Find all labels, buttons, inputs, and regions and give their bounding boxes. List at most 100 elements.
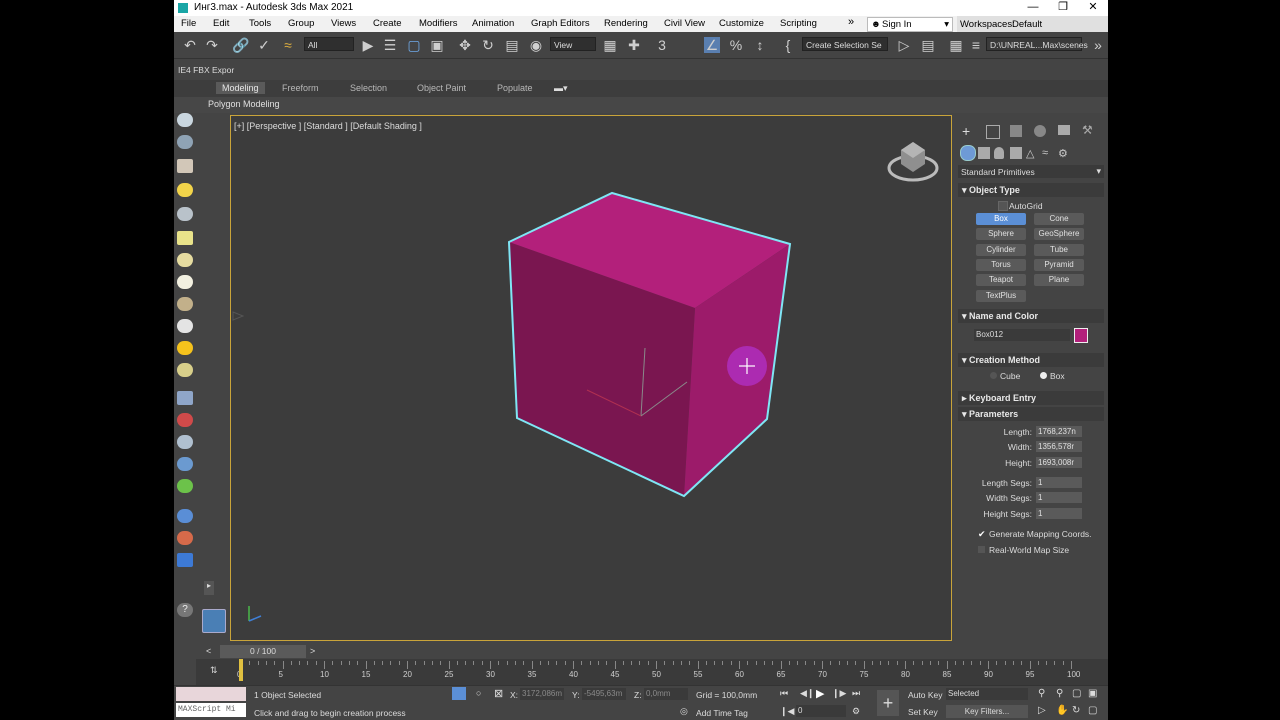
- width-field[interactable]: 1356,578r: [1036, 441, 1082, 452]
- reference-coord-dropdown[interactable]: View: [550, 37, 596, 51]
- box-button[interactable]: Box: [976, 213, 1026, 225]
- auto-key-button[interactable]: Auto Key: [908, 690, 943, 700]
- height-segs-field[interactable]: 1: [1036, 508, 1082, 519]
- plane-button[interactable]: Plane: [1034, 274, 1084, 286]
- zoom-icon[interactable]: ⚲: [1038, 688, 1045, 699]
- paint-tool-icon[interactable]: [177, 413, 193, 427]
- object-name-field[interactable]: Box012: [974, 329, 1070, 341]
- modify-tab-icon[interactable]: [986, 125, 1000, 139]
- maxscript-listener-field[interactable]: [176, 687, 246, 701]
- z-coord-field[interactable]: 0,0mm: [644, 688, 688, 700]
- menu-overflow-icon[interactable]: »: [848, 16, 854, 28]
- menu-customize[interactable]: Customize: [719, 18, 764, 29]
- geosphere-button[interactable]: GeoSphere: [1034, 228, 1084, 240]
- cloud-icon[interactable]: [177, 135, 193, 149]
- particles-icon[interactable]: [177, 531, 193, 545]
- plane-shape-icon[interactable]: [177, 231, 193, 245]
- zoom-extents-all-icon[interactable]: ▣: [1088, 688, 1097, 699]
- play-icon[interactable]: ▶: [816, 687, 824, 700]
- menu-views[interactable]: Views: [331, 18, 356, 29]
- time-slider[interactable]: < 0 / 100 >: [196, 645, 1108, 659]
- systems-icon[interactable]: ⚙: [1058, 147, 1068, 160]
- utilities-tab-icon[interactable]: ⚒: [1082, 123, 1093, 137]
- menu-civil-view[interactable]: Civil View: [664, 18, 705, 29]
- light-icon[interactable]: [177, 183, 193, 197]
- lock-icon[interactable]: ○: [476, 688, 481, 698]
- character-icon[interactable]: [177, 435, 193, 449]
- object-color-swatch[interactable]: [1074, 328, 1088, 343]
- angle-snap-icon[interactable]: ∠: [704, 37, 720, 53]
- creation-method-rollout[interactable]: ▾ Creation Method: [958, 353, 1104, 367]
- isolate-selection-icon[interactable]: [452, 687, 466, 700]
- close-button[interactable]: ✕: [1078, 0, 1108, 16]
- edit-named-selection-icon[interactable]: {: [780, 37, 796, 53]
- zoom-all-icon[interactable]: ⚲: [1056, 688, 1063, 699]
- hierarchy-tab-icon[interactable]: [1010, 125, 1022, 137]
- go-to-start-icon[interactable]: ⏮: [780, 688, 788, 699]
- render-setup-icon[interactable]: [177, 553, 193, 567]
- sphere-button[interactable]: Sphere: [976, 228, 1026, 240]
- cylinder-button[interactable]: Cylinder: [976, 244, 1026, 256]
- go-to-end-icon[interactable]: ⏭: [852, 688, 860, 699]
- pyramid-button[interactable]: Pyramid: [1034, 259, 1084, 271]
- motion-tab-icon[interactable]: [1034, 125, 1046, 137]
- snap-icon[interactable]: 3: [654, 37, 670, 53]
- menu-modifiers[interactable]: Modifiers: [419, 18, 458, 29]
- ribbon-options-icon[interactable]: ▬▾: [554, 83, 568, 94]
- tab-populate[interactable]: Populate: [497, 83, 533, 93]
- tab-object-paint[interactable]: Object Paint: [417, 83, 466, 93]
- menu-animation[interactable]: Animation: [472, 18, 514, 29]
- height-field[interactable]: 1693,008r: [1036, 457, 1082, 468]
- geometry-icon[interactable]: [960, 145, 976, 161]
- length-segs-field[interactable]: 1: [1036, 477, 1082, 488]
- polygon-modeling-label[interactable]: Polygon Modeling: [208, 99, 280, 109]
- length-field[interactable]: 1768,237n: [1036, 426, 1082, 437]
- width-segs-field[interactable]: 1: [1036, 492, 1082, 503]
- create-tab-icon[interactable]: +: [962, 123, 970, 139]
- menu-group[interactable]: Group: [288, 18, 314, 29]
- teapot-shape-icon[interactable]: [177, 297, 193, 311]
- project-path-field[interactable]: D:\UNREAL...Max\scenes: [986, 37, 1088, 51]
- parameters-rollout[interactable]: ▾ Parameters: [958, 407, 1104, 421]
- current-frame-field[interactable]: 0: [796, 705, 846, 717]
- mirror-icon[interactable]: ▷: [896, 37, 912, 53]
- viewport-thumbnail-icon[interactable]: [202, 609, 226, 633]
- tab-selection[interactable]: Selection: [350, 83, 387, 93]
- link-icon[interactable]: 🔗: [232, 37, 249, 53]
- bind-space-warp-icon[interactable]: ≈: [280, 37, 296, 53]
- material-ball-icon[interactable]: [177, 509, 193, 523]
- y-coord-field[interactable]: -5495,63m: [582, 688, 626, 700]
- key-mode-icon[interactable]: ❙◀: [780, 706, 794, 717]
- rect-selection-icon[interactable]: ▢: [406, 37, 422, 53]
- menu-rendering[interactable]: Rendering: [604, 18, 648, 29]
- set-key-button[interactable]: Set Key: [908, 707, 938, 717]
- expand-icon[interactable]: ▸: [204, 581, 214, 595]
- previous-frame-icon[interactable]: ◀❙: [800, 688, 814, 699]
- object-type-rollout[interactable]: ▾ Object Type: [958, 183, 1104, 197]
- cone-shape-icon[interactable]: [177, 319, 193, 333]
- key-filters-button[interactable]: Key Filters...: [946, 705, 1028, 718]
- cone-button[interactable]: Cone: [1034, 213, 1084, 225]
- torus-shape-icon[interactable]: [177, 363, 193, 377]
- cameras-icon[interactable]: [1010, 147, 1022, 159]
- toolbar-overflow-icon[interactable]: »: [1090, 37, 1106, 53]
- time-slider-next-icon[interactable]: >: [310, 646, 315, 656]
- menu-create[interactable]: Create: [373, 18, 402, 29]
- box-radio[interactable]: [1040, 372, 1047, 379]
- add-time-tag-button[interactable]: Add Time Tag: [696, 708, 748, 718]
- undo-icon[interactable]: ↶: [182, 37, 198, 53]
- next-frame-icon[interactable]: ❙▶: [832, 688, 846, 699]
- scene-explorer-icon[interactable]: ▦: [948, 37, 964, 53]
- pivot-center-icon[interactable]: ▦: [602, 37, 618, 53]
- set-key-big-icon[interactable]: +: [877, 690, 899, 716]
- x-coord-field[interactable]: 3172,086m: [520, 688, 564, 700]
- menu-graph-editors[interactable]: Graph Editors: [531, 18, 590, 29]
- pan-icon[interactable]: ✋: [1056, 705, 1068, 716]
- real-world-checkbox[interactable]: [978, 546, 985, 553]
- time-slider-thumb[interactable]: 0 / 100: [220, 645, 306, 658]
- menu-file[interactable]: File: [181, 18, 196, 29]
- absolute-mode-icon[interactable]: ⊠: [494, 687, 503, 700]
- autogrid-checkbox[interactable]: [998, 201, 1008, 211]
- tube-button[interactable]: Tube: [1034, 244, 1084, 256]
- redo-icon[interactable]: ↷: [204, 37, 220, 53]
